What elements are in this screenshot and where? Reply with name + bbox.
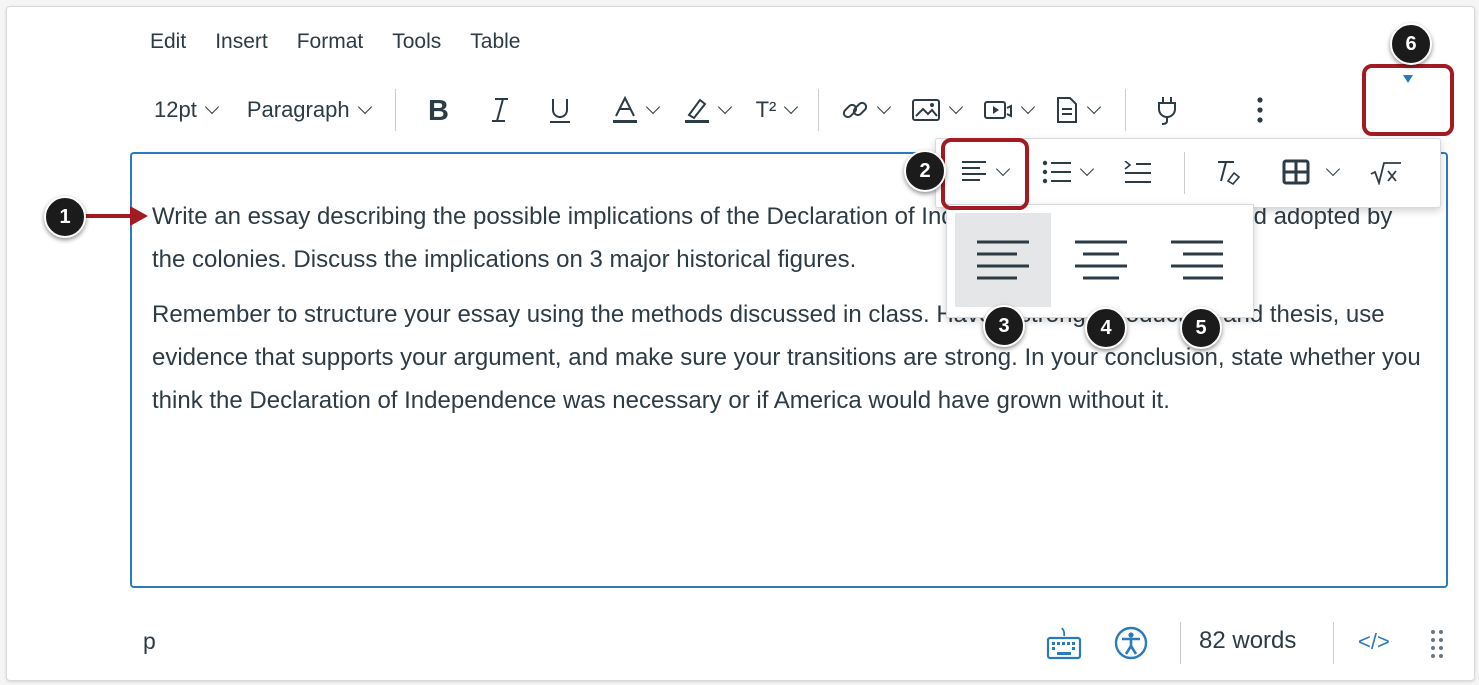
square-root-icon: [1370, 162, 1401, 185]
clear-formatting-icon: [1218, 161, 1240, 185]
word-count: 82 words: [1199, 627, 1297, 654]
callout-6: 6: [1390, 23, 1432, 65]
underline-icon: [549, 99, 570, 123]
chevron-down-icon: [877, 99, 892, 115]
italic-button[interactable]: [490, 96, 510, 124]
bullet-list-icon: [1042, 160, 1071, 184]
align-right-option[interactable]: [1149, 213, 1245, 307]
resize-handle-icon[interactable]: [1430, 629, 1444, 659]
chevron-down-icon: [784, 99, 799, 115]
equation-button[interactable]: [1370, 161, 1402, 185]
image-icon: [912, 99, 941, 121]
toolbar: 12pt Paragraph B T²: [150, 88, 1264, 132]
document-icon: [1057, 97, 1078, 123]
apps-plugin-button[interactable]: [1154, 95, 1180, 125]
font-size-label: 12pt: [154, 97, 197, 122]
accessibility-icon[interactable]: [1113, 625, 1149, 661]
callout-4: 4: [1085, 307, 1127, 349]
chevron-down-icon: [1087, 99, 1102, 115]
menu-table[interactable]: Table: [470, 30, 520, 54]
chevron-down-icon: [1021, 99, 1036, 115]
callout-3: 3: [983, 305, 1025, 347]
highlighter-icon: [684, 98, 709, 123]
callout-5: 5: [1180, 307, 1222, 349]
bold-icon: B: [428, 96, 449, 124]
callout-2: 2: [904, 150, 946, 192]
media-button[interactable]: [983, 96, 1036, 124]
kebab-menu-icon: [1257, 97, 1263, 123]
image-button[interactable]: [911, 96, 964, 124]
menu-format[interactable]: Format: [297, 30, 364, 54]
menu-edit[interactable]: Edit: [150, 30, 186, 54]
indent-icon: [1124, 161, 1151, 183]
highlight-color-button[interactable]: [684, 96, 732, 124]
superscript-button[interactable]: T²: [755, 97, 799, 123]
bold-button[interactable]: B: [426, 96, 450, 124]
align-left-option[interactable]: [955, 213, 1051, 307]
menubar: Edit Insert Format Tools Table: [150, 30, 549, 54]
chevron-down-icon: [1079, 161, 1095, 177]
plug-icon: [1158, 97, 1177, 125]
chevron-down-icon: [717, 99, 732, 115]
block-format-label: Paragraph: [246, 97, 350, 122]
callout-1: 1: [44, 196, 86, 238]
arrow-icon: [82, 206, 148, 226]
underline-button[interactable]: [548, 96, 572, 124]
svg-text:B: B: [428, 96, 449, 124]
statusbar-divider: [1333, 622, 1334, 664]
superscript-icon: T²: [755, 97, 777, 122]
block-format-dropdown[interactable]: Paragraph: [246, 97, 372, 123]
align-left-icon: [977, 240, 1029, 280]
text-color-button[interactable]: [612, 96, 660, 124]
statusbar-divider: [1180, 622, 1181, 664]
chevron-down-icon: [204, 99, 219, 115]
link-button[interactable]: [841, 96, 892, 124]
link-icon: [843, 101, 868, 119]
toolbar-divider: [1125, 89, 1127, 131]
align-center-option[interactable]: [1053, 213, 1149, 307]
html-editor-toggle[interactable]: </>: [1358, 629, 1390, 655]
menu-insert[interactable]: Insert: [215, 30, 268, 54]
more-options-button[interactable]: [1256, 96, 1264, 124]
italic-icon: [491, 98, 508, 122]
document-button[interactable]: [1055, 96, 1102, 124]
font-size-dropdown[interactable]: 12pt: [154, 97, 219, 123]
element-path[interactable]: p: [143, 628, 156, 655]
align-center-icon: [1075, 240, 1127, 280]
media-icon: [984, 101, 1013, 119]
alignment-menu: [946, 204, 1254, 318]
chevron-down-icon: [1325, 161, 1341, 177]
keyboard-icon[interactable]: [1046, 626, 1082, 660]
highlight-more-button: [1362, 64, 1454, 136]
toolbar-divider: [818, 89, 820, 131]
clear-formatting-button[interactable]: [1214, 159, 1240, 185]
highlight-align-button: [941, 138, 1029, 210]
chevron-down-icon: [645, 99, 660, 115]
toolbar-divider: [394, 89, 396, 131]
table-button[interactable]: [1282, 159, 1341, 185]
chevron-down-icon: [949, 99, 964, 115]
table-icon: [1282, 159, 1310, 185]
toolbar-divider: [1184, 152, 1185, 194]
indent-button[interactable]: [1124, 161, 1152, 185]
chevron-down-icon: [357, 99, 372, 115]
text-color-icon: [612, 96, 637, 123]
menu-tools[interactable]: Tools: [392, 30, 441, 54]
align-right-icon: [1171, 240, 1223, 280]
list-dropdown-button[interactable]: [1042, 159, 1095, 185]
